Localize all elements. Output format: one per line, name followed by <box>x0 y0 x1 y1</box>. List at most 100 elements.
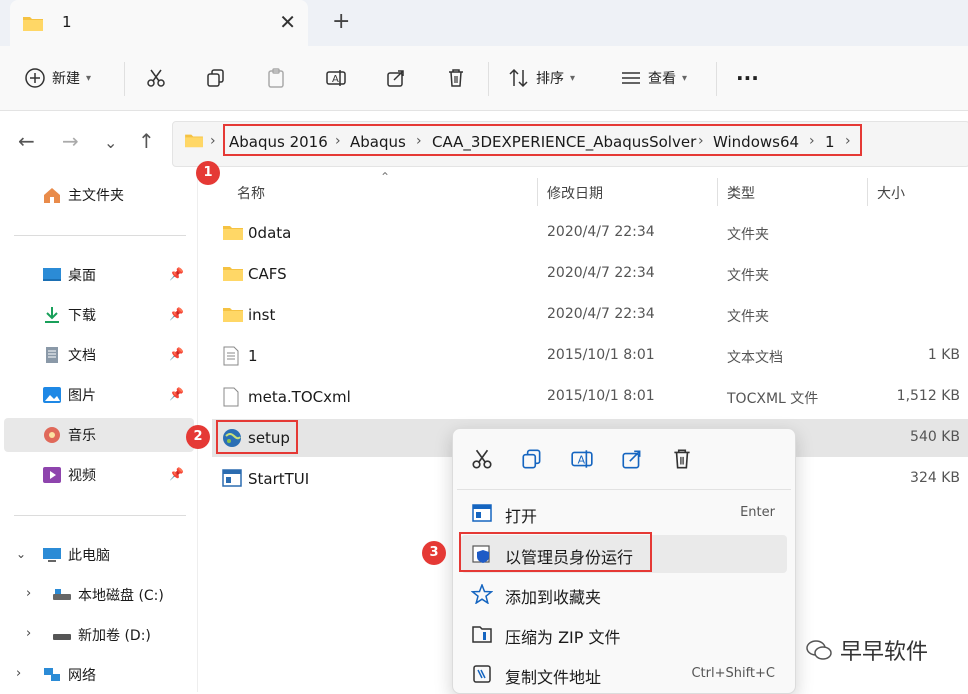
pin-icon[interactable]: 📌 <box>169 347 184 361</box>
scissors-icon[interactable] <box>469 447 495 471</box>
recent-dropdown-icon[interactable]: ⌄ <box>104 133 117 152</box>
sidebar-item-pictures[interactable]: 图片 📌 <box>14 378 194 412</box>
menu-item-shortcut: Ctrl+Shift+C <box>691 666 775 681</box>
sidebar-item-this-pc[interactable]: ⌄ 此电脑 <box>14 538 194 572</box>
step-badge: 1 <box>196 161 220 185</box>
chevron-right-icon: › <box>210 133 216 149</box>
back-arrow-icon[interactable]: ← <box>18 129 35 153</box>
file-date: 2015/10/1 8:01 <box>547 347 655 363</box>
new-tab-button[interactable]: + <box>332 9 350 34</box>
chevron-right-icon[interactable]: › <box>845 133 851 149</box>
sort-button[interactable]: 排序 ▾ <box>508 66 575 90</box>
tab-current-folder[interactable]: 1 ✕ <box>10 0 308 46</box>
sidebar-item-downloads[interactable]: 下载 📌 <box>14 298 194 332</box>
chevron-right-icon[interactable]: › <box>698 133 704 149</box>
sidebar-item-music[interactable]: 音乐 <box>4 418 194 452</box>
copy-button[interactable] <box>205 66 227 90</box>
menu-item-add-favorites[interactable]: 添加到收藏夹 <box>461 575 787 613</box>
file-row[interactable]: 1 2015/10/1 8:01 文本文档 1 KB <box>212 337 968 375</box>
divider <box>124 62 125 96</box>
chevron-right-icon[interactable]: › <box>809 133 815 149</box>
chevron-right-icon[interactable]: › <box>26 586 31 601</box>
column-separator[interactable] <box>537 178 538 206</box>
home-icon <box>44 188 60 203</box>
more-options-button[interactable]: ··· <box>736 66 759 90</box>
share-icon[interactable] <box>619 447 645 471</box>
sidebar-item-home[interactable]: 主文件夹 <box>14 178 194 212</box>
chevron-right-icon[interactable]: › <box>335 133 341 149</box>
file-name: 1 <box>248 347 258 365</box>
sidebar-item-videos[interactable]: 视频 📌 <box>14 458 194 492</box>
breadcrumb-item[interactable]: Abaqus <box>350 133 406 151</box>
cut-button[interactable] <box>145 66 167 90</box>
file-type: 文本文档 <box>727 350 783 366</box>
menu-item-copy-path[interactable]: 复制文件地址 Ctrl+Shift+C <box>461 655 787 693</box>
paste-button[interactable] <box>265 66 287 90</box>
sidebar-item-drive-c[interactable]: › 本地磁盘 (C:) <box>24 578 204 612</box>
up-arrow-icon[interactable]: ↑ <box>138 129 155 153</box>
file-type: 文件夹 <box>727 268 769 284</box>
chevron-down-icon: ▾ <box>682 72 688 84</box>
watermark: 早早软件 <box>806 634 928 666</box>
share-button[interactable] <box>385 66 407 90</box>
forward-arrow-icon[interactable]: → <box>62 129 79 153</box>
menu-item-shortcut: Enter <box>740 505 775 520</box>
trash-icon <box>449 69 463 87</box>
sidebar-item-desktop[interactable]: 桌面 📌 <box>14 258 194 292</box>
close-tab-icon[interactable]: ✕ <box>279 10 296 34</box>
sidebar-item-label: 视频 <box>68 468 96 484</box>
file-name: 0data <box>248 224 292 242</box>
column-header-size[interactable]: 大小 <box>877 183 905 203</box>
column-separator[interactable] <box>867 178 868 206</box>
breadcrumb-item[interactable]: CAA_3DEXPERIENCE_AbaqusSolver <box>432 133 696 151</box>
chevron-right-icon[interactable]: › <box>16 666 21 681</box>
plus-circle-icon <box>25 68 45 88</box>
copy-icon[interactable] <box>519 447 545 471</box>
file-row[interactable]: 0data 2020/4/7 22:34 文件夹 <box>212 214 968 252</box>
music-icon <box>44 427 60 443</box>
pin-icon[interactable]: 📌 <box>169 387 184 401</box>
rename-icon[interactable]: A <box>569 447 595 471</box>
menu-divider <box>457 489 791 490</box>
file-size: 1,512 KB <box>896 388 960 404</box>
rename-button[interactable]: A <box>325 66 347 90</box>
svg-text:A: A <box>332 74 339 85</box>
file-row[interactable]: inst 2020/4/7 22:34 文件夹 <box>212 296 968 334</box>
breadcrumb-item[interactable]: Abaqus 2016 <box>229 133 328 151</box>
file-row[interactable]: meta.TOCxml 2015/10/1 8:01 TOCXML 文件 1,5… <box>212 378 968 416</box>
menu-item-label: 打开 <box>505 507 538 526</box>
delete-button[interactable] <box>445 66 467 90</box>
pin-icon[interactable]: 📌 <box>169 467 184 481</box>
breadcrumb-item[interactable]: 1 <box>825 133 835 151</box>
menu-item-open[interactable]: 打开 Enter <box>461 494 787 532</box>
sort-icon <box>509 68 528 88</box>
chevron-right-icon[interactable]: › <box>26 626 31 641</box>
file-icon <box>223 387 239 407</box>
trash-icon[interactable] <box>669 447 695 471</box>
chevron-down-icon: ▾ <box>570 72 576 84</box>
computer-icon <box>43 548 61 562</box>
pin-icon[interactable]: 📌 <box>169 267 184 281</box>
pin-icon[interactable]: 📌 <box>169 307 184 321</box>
chevron-right-icon[interactable]: › <box>416 133 422 149</box>
menu-item-compress-zip[interactable]: 压缩为 ZIP 文件 <box>461 615 787 653</box>
sidebar-item-label: 此电脑 <box>68 548 110 564</box>
column-separator[interactable] <box>717 178 718 206</box>
sidebar-item-documents[interactable]: 文档 📌 <box>14 338 194 372</box>
sidebar-item-label: 音乐 <box>68 428 96 444</box>
chevron-down-icon[interactable]: ⌄ <box>16 547 26 561</box>
column-header-type[interactable]: 类型 <box>727 183 755 203</box>
column-header-date[interactable]: 修改日期 <box>547 183 603 203</box>
new-button[interactable]: 新建 ▾ <box>24 66 91 90</box>
file-row[interactable]: CAFS 2020/4/7 22:34 文件夹 <box>212 255 968 293</box>
breadcrumb-item[interactable]: Windows64 <box>713 133 799 151</box>
file-type: TOCXML 文件 <box>727 391 819 407</box>
sidebar-item-drive-d[interactable]: › 新加卷 (D:) <box>24 618 204 652</box>
menu-item-label: 复制文件地址 <box>505 668 602 687</box>
view-button[interactable]: 查看 ▾ <box>620 66 687 90</box>
column-header-name[interactable]: 名称 <box>237 183 265 203</box>
command-bar: 新建 ▾ A 排序 ▾ 查看 ▾ ··· <box>0 46 968 111</box>
star-icon <box>471 584 493 604</box>
sidebar-item-network[interactable]: › 网络 <box>14 658 194 692</box>
sidebar-item-label: 新加卷 (D:) <box>78 628 151 644</box>
